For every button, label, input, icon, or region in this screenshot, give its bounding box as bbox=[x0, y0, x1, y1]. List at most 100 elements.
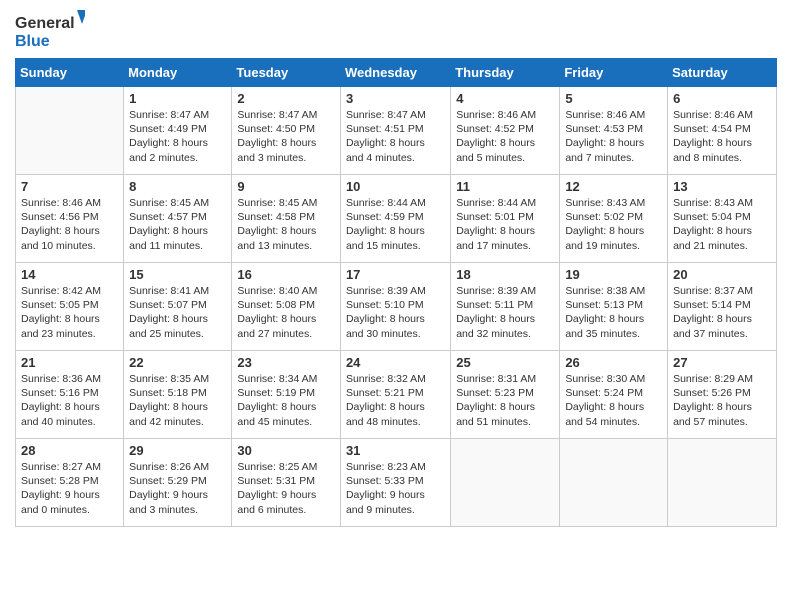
day-info: Sunrise: 8:45 AM Sunset: 4:58 PM Dayligh… bbox=[237, 196, 335, 253]
day-number: 11 bbox=[456, 179, 554, 194]
day-number: 28 bbox=[21, 443, 118, 458]
day-info: Sunrise: 8:43 AM Sunset: 5:02 PM Dayligh… bbox=[565, 196, 662, 253]
svg-text:Blue: Blue bbox=[15, 33, 50, 50]
calendar-cell: 9 Sunrise: 8:45 AM Sunset: 4:58 PM Daylig… bbox=[232, 175, 341, 263]
calendar-week-1: 1Sunrise: 8:47 AM Sunset: 4:49 PM Daylig… bbox=[16, 87, 777, 175]
calendar-week-5: 28 Sunrise: 8:27 AM Sunset: 5:28 PM Dayli… bbox=[16, 439, 777, 527]
calendar-header: Sunday Monday Tuesday Wednesday Thursday… bbox=[16, 59, 777, 87]
day-info: Sunrise: 8:47 AM Sunset: 4:50 PM Dayligh… bbox=[237, 108, 335, 165]
day-number: 2 bbox=[237, 91, 335, 106]
calendar-cell: 8 Sunrise: 8:45 AM Sunset: 4:57 PM Daylig… bbox=[124, 175, 232, 263]
calendar-cell: 15 Sunrise: 8:41 AM Sunset: 5:07 PM Dayli… bbox=[124, 263, 232, 351]
day-info: Sunrise: 8:25 AM Sunset: 5:31 PM Dayligh… bbox=[237, 460, 335, 517]
day-info: Sunrise: 8:45 AM Sunset: 4:57 PM Dayligh… bbox=[129, 196, 226, 253]
day-number: 20 bbox=[673, 267, 771, 282]
svg-text:General: General bbox=[15, 15, 75, 32]
col-thursday: Thursday bbox=[451, 59, 560, 87]
calendar-cell bbox=[668, 439, 777, 527]
day-info: Sunrise: 8:29 AM Sunset: 5:26 PM Dayligh… bbox=[673, 372, 771, 429]
calendar-body: 1Sunrise: 8:47 AM Sunset: 4:49 PM Daylig… bbox=[16, 87, 777, 527]
day-number: 25 bbox=[456, 355, 554, 370]
calendar-week-4: 21Sunrise: 8:36 AM Sunset: 5:16 PM Dayli… bbox=[16, 351, 777, 439]
calendar-week-2: 7Sunrise: 8:46 AM Sunset: 4:56 PM Daylig… bbox=[16, 175, 777, 263]
header: General Blue bbox=[15, 10, 777, 50]
day-number: 10 bbox=[346, 179, 445, 194]
day-info: Sunrise: 8:40 AM Sunset: 5:08 PM Dayligh… bbox=[237, 284, 335, 341]
calendar-week-3: 14Sunrise: 8:42 AM Sunset: 5:05 PM Dayli… bbox=[16, 263, 777, 351]
day-info: Sunrise: 8:37 AM Sunset: 5:14 PM Dayligh… bbox=[673, 284, 771, 341]
col-friday: Friday bbox=[560, 59, 668, 87]
calendar-cell: 26Sunrise: 8:30 AM Sunset: 5:24 PM Dayli… bbox=[560, 351, 668, 439]
day-number: 13 bbox=[673, 179, 771, 194]
day-number: 29 bbox=[129, 443, 226, 458]
calendar-cell: 27 Sunrise: 8:29 AM Sunset: 5:26 PM Dayli… bbox=[668, 351, 777, 439]
calendar-cell: 3Sunrise: 8:47 AM Sunset: 4:51 PM Daylig… bbox=[340, 87, 450, 175]
day-number: 4 bbox=[456, 91, 554, 106]
calendar-cell: 10Sunrise: 8:44 AM Sunset: 4:59 PM Dayli… bbox=[340, 175, 450, 263]
calendar-cell: 28 Sunrise: 8:27 AM Sunset: 5:28 PM Dayli… bbox=[16, 439, 124, 527]
day-info: Sunrise: 8:46 AM Sunset: 4:53 PM Dayligh… bbox=[565, 108, 662, 165]
calendar-cell: 5 Sunrise: 8:46 AM Sunset: 4:53 PM Daylig… bbox=[560, 87, 668, 175]
page: General Blue Sunday Monday Tuesday Wedne… bbox=[0, 0, 792, 612]
day-number: 30 bbox=[237, 443, 335, 458]
calendar-cell: 20 Sunrise: 8:37 AM Sunset: 5:14 PM Dayli… bbox=[668, 263, 777, 351]
day-number: 17 bbox=[346, 267, 445, 282]
calendar-cell: 4Sunrise: 8:46 AM Sunset: 4:52 PM Daylig… bbox=[451, 87, 560, 175]
col-wednesday: Wednesday bbox=[340, 59, 450, 87]
day-info: Sunrise: 8:23 AM Sunset: 5:33 PM Dayligh… bbox=[346, 460, 445, 517]
calendar-table: Sunday Monday Tuesday Wednesday Thursday… bbox=[15, 58, 777, 527]
day-info: Sunrise: 8:43 AM Sunset: 5:04 PM Dayligh… bbox=[673, 196, 771, 253]
day-info: Sunrise: 8:32 AM Sunset: 5:21 PM Dayligh… bbox=[346, 372, 445, 429]
calendar-cell: 13 Sunrise: 8:43 AM Sunset: 5:04 PM Dayli… bbox=[668, 175, 777, 263]
calendar-cell: 18Sunrise: 8:39 AM Sunset: 5:11 PM Dayli… bbox=[451, 263, 560, 351]
calendar-cell: 19 Sunrise: 8:38 AM Sunset: 5:13 PM Dayli… bbox=[560, 263, 668, 351]
calendar-cell bbox=[16, 87, 124, 175]
calendar-cell bbox=[451, 439, 560, 527]
day-number: 16 bbox=[237, 267, 335, 282]
col-sunday: Sunday bbox=[16, 59, 124, 87]
logo: General Blue bbox=[15, 10, 85, 50]
calendar-cell: 31Sunrise: 8:23 AM Sunset: 5:33 PM Dayli… bbox=[340, 439, 450, 527]
day-info: Sunrise: 8:46 AM Sunset: 4:54 PM Dayligh… bbox=[673, 108, 771, 165]
day-info: Sunrise: 8:35 AM Sunset: 5:18 PM Dayligh… bbox=[129, 372, 226, 429]
calendar-cell: 21Sunrise: 8:36 AM Sunset: 5:16 PM Dayli… bbox=[16, 351, 124, 439]
calendar-cell: 24 Sunrise: 8:32 AM Sunset: 5:21 PM Dayli… bbox=[340, 351, 450, 439]
day-info: Sunrise: 8:31 AM Sunset: 5:23 PM Dayligh… bbox=[456, 372, 554, 429]
day-number: 5 bbox=[565, 91, 662, 106]
col-saturday: Saturday bbox=[668, 59, 777, 87]
calendar-cell: 17 Sunrise: 8:39 AM Sunset: 5:10 PM Dayli… bbox=[340, 263, 450, 351]
day-info: Sunrise: 8:30 AM Sunset: 5:24 PM Dayligh… bbox=[565, 372, 662, 429]
day-number: 19 bbox=[565, 267, 662, 282]
day-number: 23 bbox=[237, 355, 335, 370]
day-info: Sunrise: 8:41 AM Sunset: 5:07 PM Dayligh… bbox=[129, 284, 226, 341]
calendar-cell: 1Sunrise: 8:47 AM Sunset: 4:49 PM Daylig… bbox=[124, 87, 232, 175]
day-info: Sunrise: 8:38 AM Sunset: 5:13 PM Dayligh… bbox=[565, 284, 662, 341]
calendar-cell: 2 Sunrise: 8:47 AM Sunset: 4:50 PM Daylig… bbox=[232, 87, 341, 175]
day-number: 15 bbox=[129, 267, 226, 282]
day-info: Sunrise: 8:34 AM Sunset: 5:19 PM Dayligh… bbox=[237, 372, 335, 429]
day-info: Sunrise: 8:26 AM Sunset: 5:29 PM Dayligh… bbox=[129, 460, 226, 517]
day-number: 8 bbox=[129, 179, 226, 194]
day-number: 3 bbox=[346, 91, 445, 106]
calendar-cell: 23 Sunrise: 8:34 AM Sunset: 5:19 PM Dayli… bbox=[232, 351, 341, 439]
day-number: 9 bbox=[237, 179, 335, 194]
calendar-cell: 29 Sunrise: 8:26 AM Sunset: 5:29 PM Dayli… bbox=[124, 439, 232, 527]
calendar-cell: 25 Sunrise: 8:31 AM Sunset: 5:23 PM Dayli… bbox=[451, 351, 560, 439]
day-info: Sunrise: 8:27 AM Sunset: 5:28 PM Dayligh… bbox=[21, 460, 118, 517]
day-number: 24 bbox=[346, 355, 445, 370]
calendar-cell: 12Sunrise: 8:43 AM Sunset: 5:02 PM Dayli… bbox=[560, 175, 668, 263]
calendar-cell: 7Sunrise: 8:46 AM Sunset: 4:56 PM Daylig… bbox=[16, 175, 124, 263]
calendar-cell: 6 Sunrise: 8:46 AM Sunset: 4:54 PM Daylig… bbox=[668, 87, 777, 175]
col-tuesday: Tuesday bbox=[232, 59, 341, 87]
col-monday: Monday bbox=[124, 59, 232, 87]
calendar-cell: 11 Sunrise: 8:44 AM Sunset: 5:01 PM Dayli… bbox=[451, 175, 560, 263]
day-number: 21 bbox=[21, 355, 118, 370]
calendar-cell: 16 Sunrise: 8:40 AM Sunset: 5:08 PM Dayli… bbox=[232, 263, 341, 351]
day-number: 27 bbox=[673, 355, 771, 370]
day-info: Sunrise: 8:44 AM Sunset: 5:01 PM Dayligh… bbox=[456, 196, 554, 253]
day-number: 6 bbox=[673, 91, 771, 106]
day-info: Sunrise: 8:39 AM Sunset: 5:10 PM Dayligh… bbox=[346, 284, 445, 341]
day-number: 22 bbox=[129, 355, 226, 370]
day-number: 18 bbox=[456, 267, 554, 282]
calendar-cell: 14Sunrise: 8:42 AM Sunset: 5:05 PM Dayli… bbox=[16, 263, 124, 351]
